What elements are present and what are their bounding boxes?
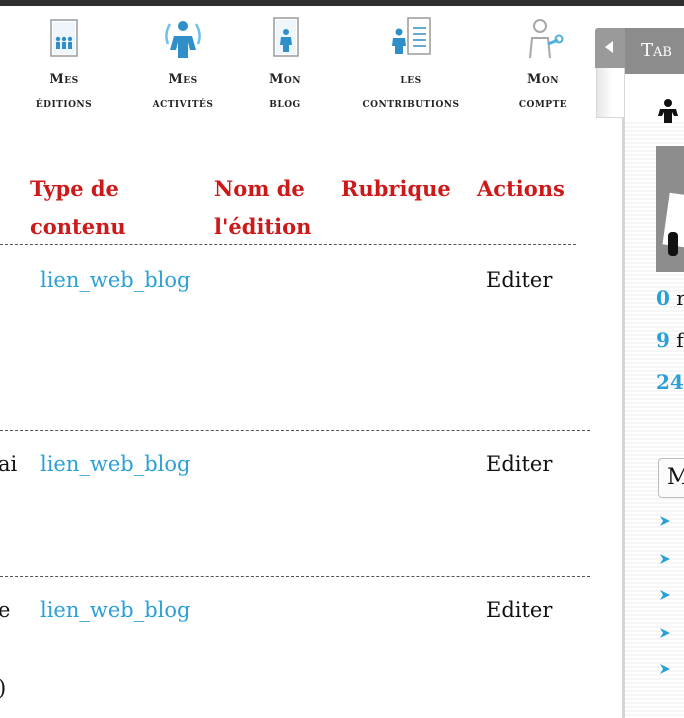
truncated-cell: e	[0, 598, 11, 622]
nav-mon-blog[interactable]: Mon blog	[252, 14, 318, 126]
activities-icon	[165, 21, 201, 58]
nav-label: Mes éditions	[35, 72, 93, 111]
nav-mes-editions[interactable]: Mes éditions	[18, 14, 110, 126]
account-icon	[529, 19, 564, 59]
edit-action[interactable]: Editer	[486, 452, 552, 476]
content-type-link[interactable]: lien_web_blog	[40, 452, 190, 476]
panel-select[interactable]: M	[658, 458, 684, 498]
panel-toggle-button[interactable]	[595, 28, 625, 68]
contributions-icon	[392, 17, 431, 55]
header-actions: Actions	[477, 176, 565, 201]
nav-label: Mon compte	[518, 72, 568, 111]
top-bar	[0, 0, 684, 6]
content-type-link[interactable]: lien_web_blog	[40, 268, 190, 292]
truncated-cell: )	[0, 676, 6, 700]
nav-label: Mes activités	[152, 72, 214, 111]
nav-label: les contributions	[362, 72, 460, 111]
chevron-right-icon[interactable]	[658, 626, 672, 640]
chevron-right-icon[interactable]	[658, 662, 672, 676]
edit-action[interactable]: Editer	[486, 268, 552, 292]
table-divider	[0, 244, 576, 245]
avatar-detail	[668, 232, 678, 256]
chevron-right-icon[interactable]	[658, 588, 672, 602]
panel-title: Tab	[625, 28, 684, 74]
user-icon	[658, 99, 678, 123]
header-rubrique: Rubrique	[341, 176, 451, 201]
truncated-cell: ai	[0, 452, 18, 476]
content-type-link[interactable]: lien_web_blog	[40, 598, 190, 622]
tab-fold	[596, 68, 624, 118]
nav-mes-activites[interactable]: Mes activités	[130, 14, 236, 126]
header-type-contenu: Type de contenu	[30, 176, 126, 239]
stat-item[interactable]: 0 r	[656, 286, 684, 310]
stat-item[interactable]: 24	[656, 370, 684, 394]
avatar	[656, 146, 684, 272]
header-nom-edition: Nom de l'édition	[214, 176, 312, 239]
nav-les-contributions[interactable]: les contributions	[334, 14, 488, 126]
editions-icon	[50, 19, 78, 57]
chevron-right-icon[interactable]	[658, 514, 672, 528]
stat-item[interactable]: 9 f	[656, 328, 684, 352]
chevron-right-icon[interactable]	[658, 552, 672, 566]
row-divider	[0, 430, 590, 431]
chevron-left-icon	[605, 41, 613, 53]
edit-action[interactable]: Editer	[486, 598, 552, 622]
blog-icon	[273, 17, 299, 57]
nav-mon-compte[interactable]: Mon compte	[502, 14, 584, 126]
row-divider	[0, 576, 590, 577]
nav-label: Mon blog	[269, 72, 301, 111]
